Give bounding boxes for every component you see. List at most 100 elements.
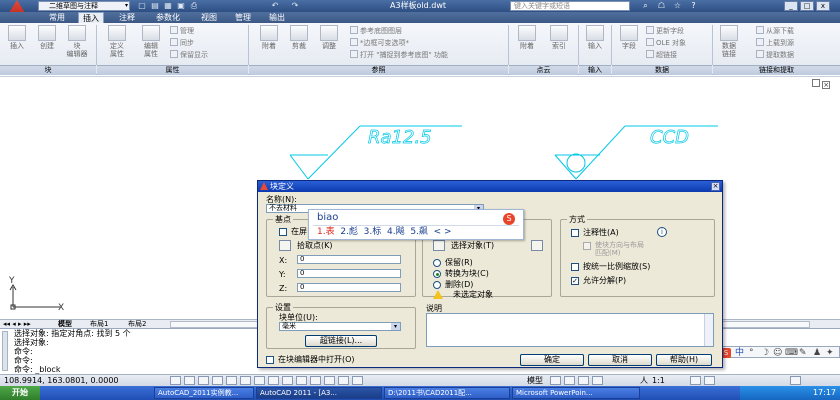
create-block-button[interactable]: 创建	[34, 25, 60, 50]
ime-candidate[interactable]: 3.标	[364, 227, 382, 237]
cancel-button[interactable]: 取消	[588, 354, 652, 366]
grid-icon[interactable]	[198, 376, 209, 385]
minimize-button[interactable]: _	[784, 1, 798, 11]
x-input[interactable]: 0	[297, 255, 401, 264]
extract-data-item[interactable]: 提取数据	[756, 50, 794, 59]
help-search-input[interactable]: 键入关键字或短语	[510, 1, 630, 11]
panel-data-label[interactable]: 数据	[612, 65, 712, 75]
underlay-layers-item[interactable]: 参考底图图层	[350, 26, 402, 35]
annotative-checkbox[interactable]	[571, 229, 579, 237]
update-fields-item[interactable]: 更新字段	[646, 26, 684, 35]
system-clock[interactable]: 17:17	[740, 386, 840, 400]
clean-screen-icon[interactable]	[790, 376, 801, 385]
annotation-autoscale-icon[interactable]	[690, 376, 701, 385]
select-objects-label[interactable]: 选择对象(T)	[451, 241, 494, 250]
taskbar-item[interactable]: AutoCAD_2011实例教...	[154, 387, 254, 399]
clip-button[interactable]: 剪裁	[286, 25, 312, 50]
transparency-icon[interactable]	[324, 376, 335, 385]
otrack-icon[interactable]	[268, 376, 279, 385]
retain-display-item[interactable]: 保留显示	[170, 50, 208, 59]
z-input[interactable]: 0	[297, 283, 401, 292]
pointcloud-attach-button[interactable]: 附着	[514, 25, 540, 50]
info-icon[interactable]: i	[657, 227, 667, 237]
upload-to-source-item[interactable]: 上载到源	[756, 38, 794, 47]
tab-insert[interactable]: 插入	[78, 12, 104, 23]
keyboard-icon[interactable]: ⌨	[785, 347, 798, 359]
skin-icon[interactable]: ✦	[826, 347, 834, 359]
tab-view[interactable]: 视图	[196, 12, 222, 23]
command-prompt[interactable]: 命令: _block	[14, 366, 60, 374]
ime-page-arrows[interactable]: < >	[434, 227, 452, 237]
y-input[interactable]: 0	[297, 269, 401, 278]
description-scrollbar[interactable]	[704, 314, 713, 346]
taskbar-item[interactable]: D:\2011书\CAD2011配...	[384, 387, 510, 399]
help-button[interactable]: 帮助(H)	[656, 354, 712, 366]
osnap-icon[interactable]	[240, 376, 251, 385]
insert-block-button[interactable]: 插入	[4, 25, 30, 50]
tab-output[interactable]: 输出	[264, 12, 290, 23]
tab-home[interactable]: 常用	[44, 12, 70, 23]
hyperlink-item[interactable]: 超链接	[646, 50, 677, 59]
tab-annotate[interactable]: 注释	[114, 12, 140, 23]
quickview-layouts-icon[interactable]	[550, 376, 561, 385]
taskbar-item[interactable]: Microsoft PowerPoin...	[512, 387, 640, 399]
sc-icon[interactable]	[352, 376, 363, 385]
new-icon[interactable]: ▢	[137, 1, 147, 11]
undo-icon[interactable]: ↶	[270, 1, 280, 11]
quick-select-icon[interactable]	[531, 240, 543, 251]
allow-explode-checkbox[interactable]: ✓	[571, 277, 579, 285]
save-icon[interactable]: ▦	[163, 1, 173, 11]
panel-import-label[interactable]: 输入	[579, 65, 611, 75]
adjust-button[interactable]: 调整	[316, 25, 342, 50]
panel-block-label[interactable]: 块	[0, 65, 96, 75]
panel-reference-label[interactable]: 参照	[249, 65, 508, 75]
open-icon[interactable]: ▤	[150, 1, 160, 11]
plot-icon[interactable]: ⎙	[189, 1, 199, 11]
attach-button[interactable]: 附着	[256, 25, 282, 50]
panel-pointcloud-label[interactable]: 点云	[509, 65, 578, 75]
select-objects-icon[interactable]	[433, 240, 445, 251]
match-layout-checkbox[interactable]	[583, 242, 591, 250]
tab-parametric[interactable]: 参数化	[148, 12, 188, 23]
dialog-title[interactable]: 块定义	[258, 181, 722, 192]
ime-candidate[interactable]: 5.飙	[410, 227, 428, 237]
qp-icon[interactable]	[338, 376, 349, 385]
handwriting-icon[interactable]: ✎	[799, 347, 807, 359]
saveas-icon[interactable]: ▣	[176, 1, 186, 11]
zoom-icon[interactable]	[592, 376, 603, 385]
pan-icon[interactable]	[578, 376, 589, 385]
3dosnap-icon[interactable]	[254, 376, 265, 385]
ime-candidate[interactable]: 1.表	[317, 227, 335, 237]
star-icon[interactable]: ☆	[672, 1, 683, 11]
ime-candidate[interactable]: 2.彪	[340, 227, 358, 237]
chinese-mode-icon[interactable]: 中	[735, 347, 744, 359]
punct-icon[interactable]: °	[749, 347, 754, 359]
pick-point-icon[interactable]	[279, 240, 291, 251]
ok-button[interactable]: 确定	[520, 354, 584, 366]
snap-underlay-item[interactable]: 打开 "捕捉到参考底图" 功能	[350, 50, 448, 59]
uniform-scale-checkbox[interactable]	[571, 263, 579, 271]
frame-variable-item[interactable]: *边框可变选项*	[350, 38, 409, 47]
help-icon[interactable]: ?	[688, 1, 699, 11]
import-button[interactable]: 输入	[582, 25, 608, 50]
download-from-source-item[interactable]: 从源下载	[756, 26, 794, 35]
infocenter-icon[interactable]: ☖	[656, 1, 667, 11]
workspace-switch-icon[interactable]	[704, 376, 715, 385]
quickview-drawings-icon[interactable]	[564, 376, 575, 385]
open-in-editor-checkbox[interactable]	[266, 356, 274, 364]
snap-icon[interactable]	[184, 376, 195, 385]
command-grip[interactable]	[2, 331, 8, 371]
ime-candidate[interactable]: 4.飚	[387, 227, 405, 237]
manage-attributes-item[interactable]: 管理	[170, 26, 194, 35]
halfwidth-icon[interactable]: ☽	[761, 347, 769, 359]
edit-attribute-button[interactable]: 编辑 属性	[138, 25, 164, 58]
field-button[interactable]: 字段	[616, 25, 642, 50]
data-link-button[interactable]: 数据 链接	[716, 25, 742, 58]
lineweight-icon[interactable]	[310, 376, 321, 385]
ducs-icon[interactable]	[282, 376, 293, 385]
infer-icon[interactable]	[170, 376, 181, 385]
binoculars-icon[interactable]: ⌕	[640, 1, 651, 11]
ortho-icon[interactable]	[212, 376, 223, 385]
dyn-icon[interactable]	[296, 376, 307, 385]
redo-icon[interactable]: ↷	[290, 1, 300, 11]
